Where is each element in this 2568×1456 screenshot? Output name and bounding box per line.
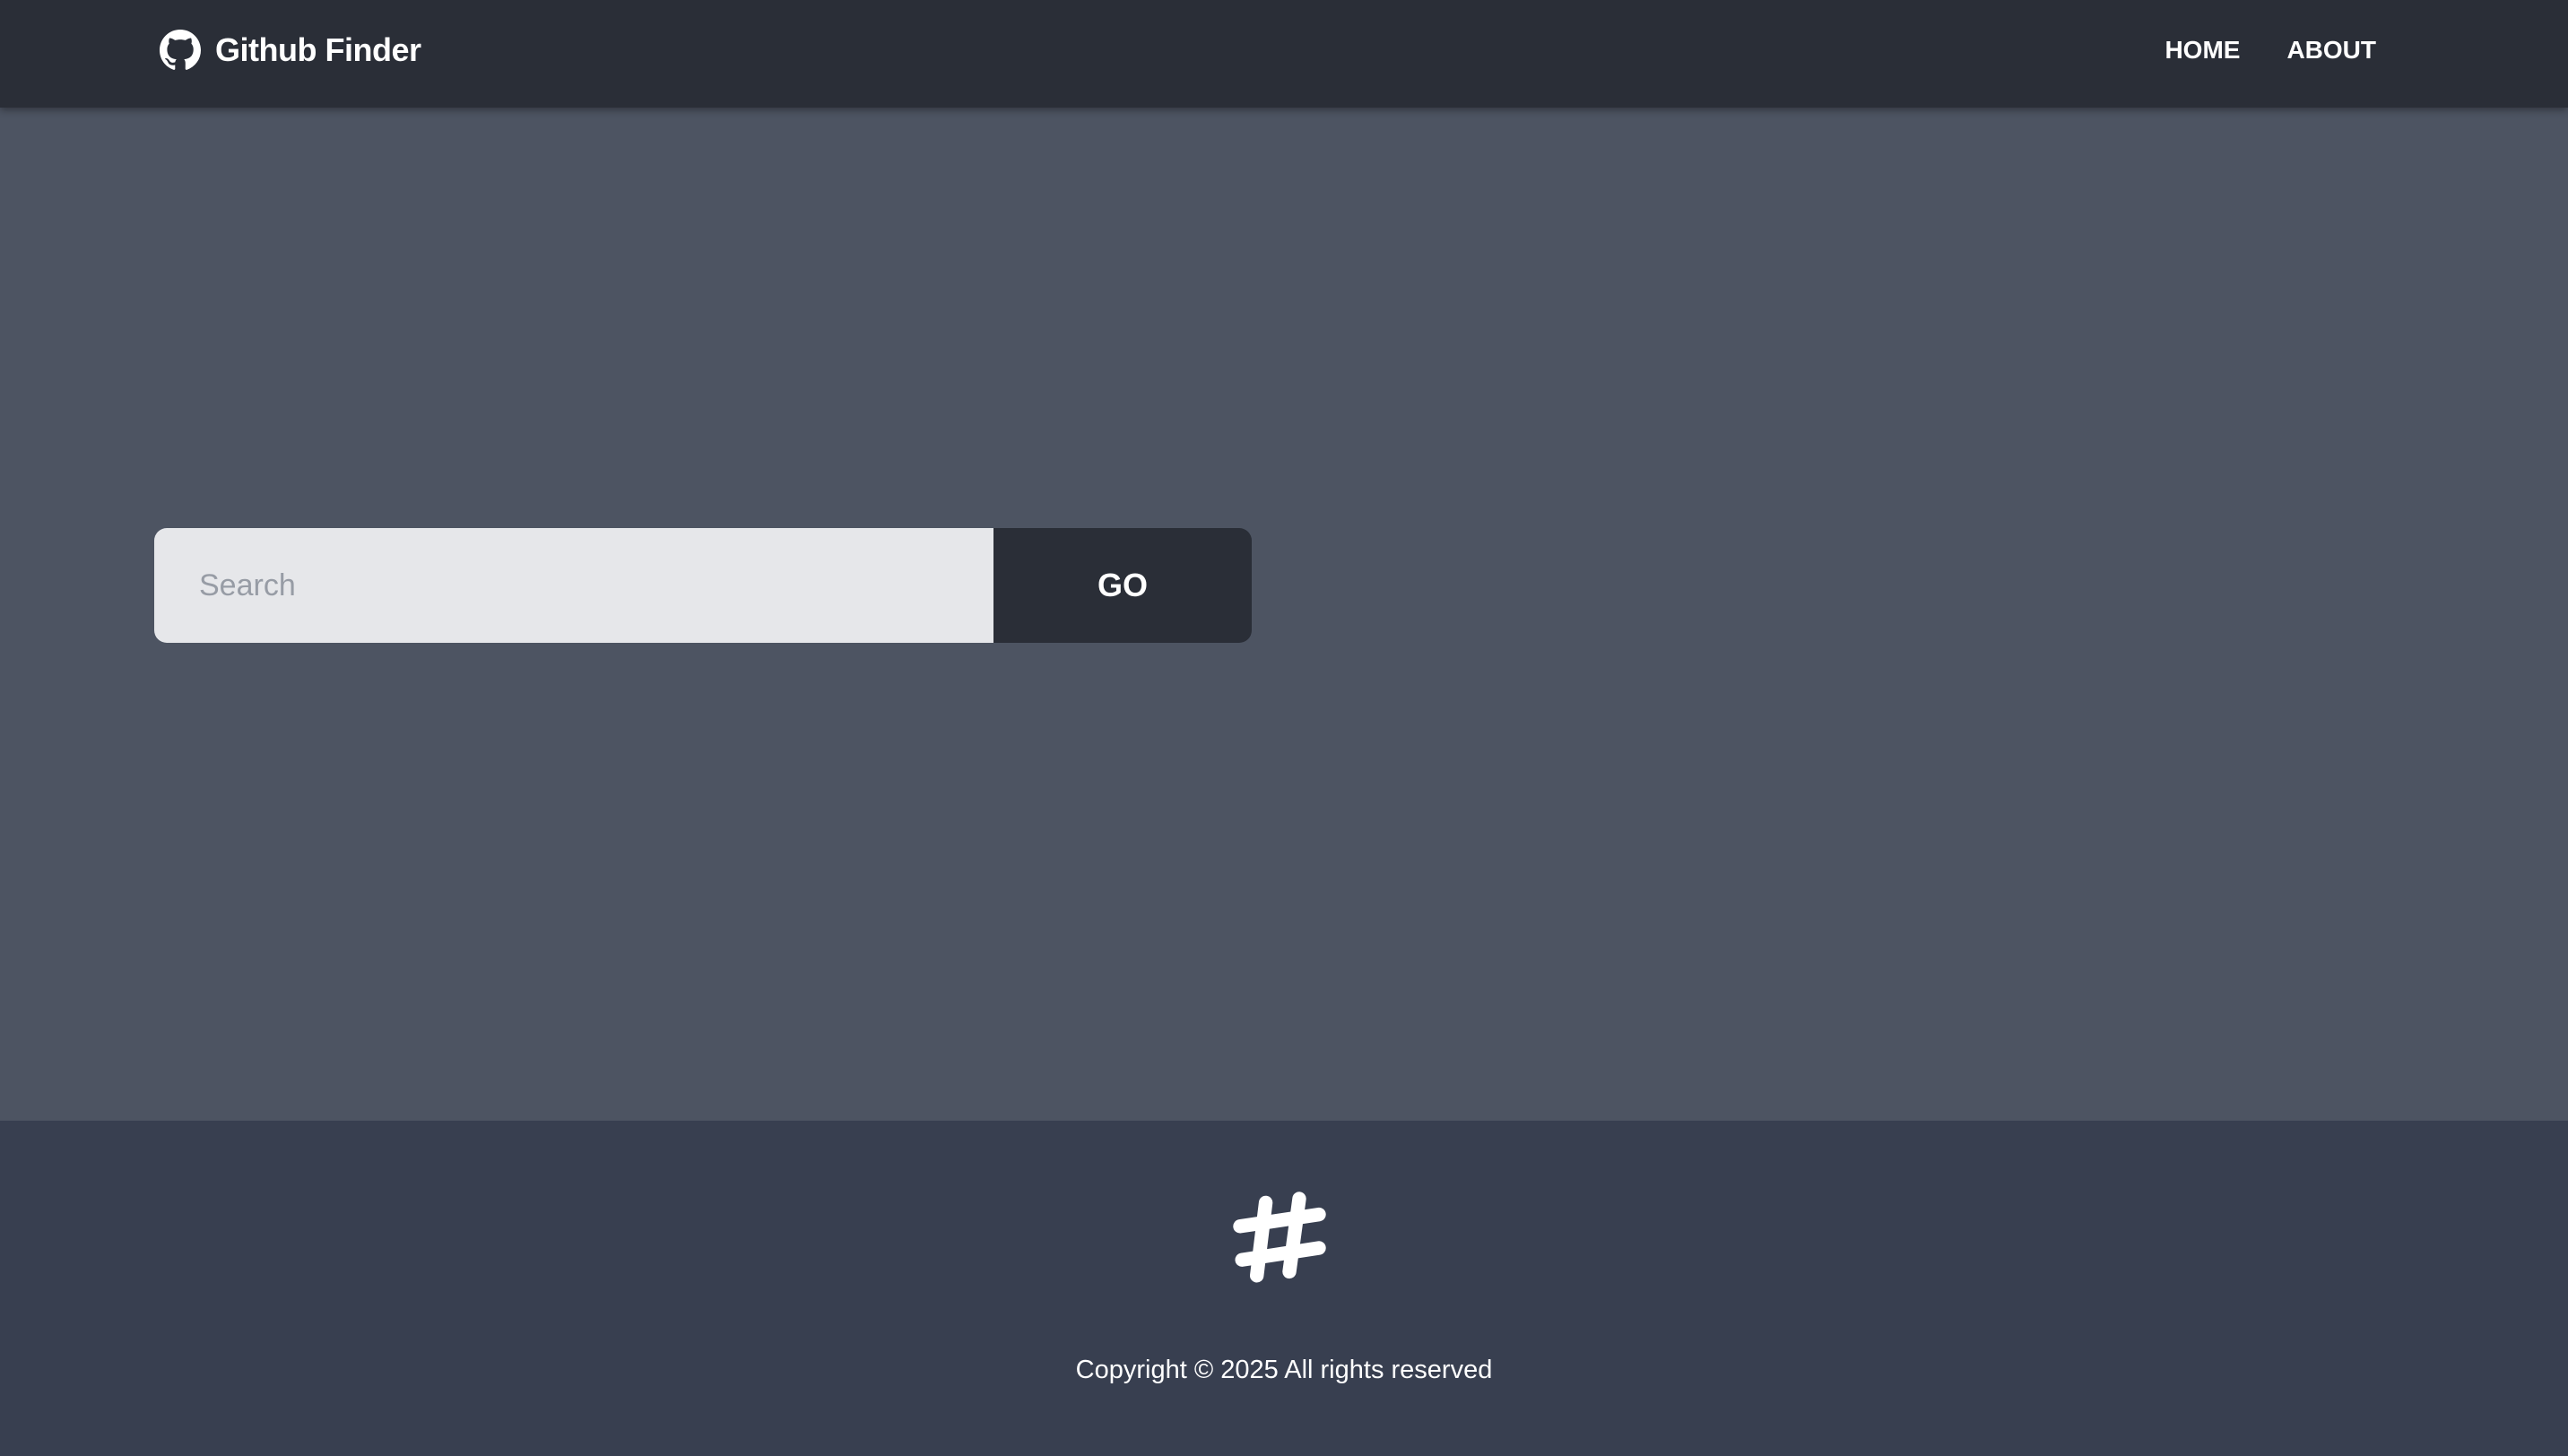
footer: Copyright © 2025 All rights reserved xyxy=(0,1121,2568,1456)
nav-link-about[interactable]: ABOUT xyxy=(2263,32,2376,68)
copyright-text: Copyright © 2025 All rights reserved xyxy=(1075,1356,1493,1384)
brand-link[interactable]: Github Finder xyxy=(160,27,421,74)
search-form: GO xyxy=(154,528,1252,643)
github-icon xyxy=(160,30,201,71)
hashtag-logo-icon xyxy=(1233,1192,1326,1283)
nav-link-home[interactable]: HOME xyxy=(2141,32,2263,68)
nav-links: HOME ABOUT xyxy=(2141,32,2376,68)
main-content: GO xyxy=(0,108,2568,1121)
search-input[interactable] xyxy=(154,528,993,643)
navbar: Github Finder HOME ABOUT xyxy=(0,0,2568,108)
go-button[interactable]: GO xyxy=(993,528,1252,643)
brand-title: Github Finder xyxy=(215,31,421,68)
